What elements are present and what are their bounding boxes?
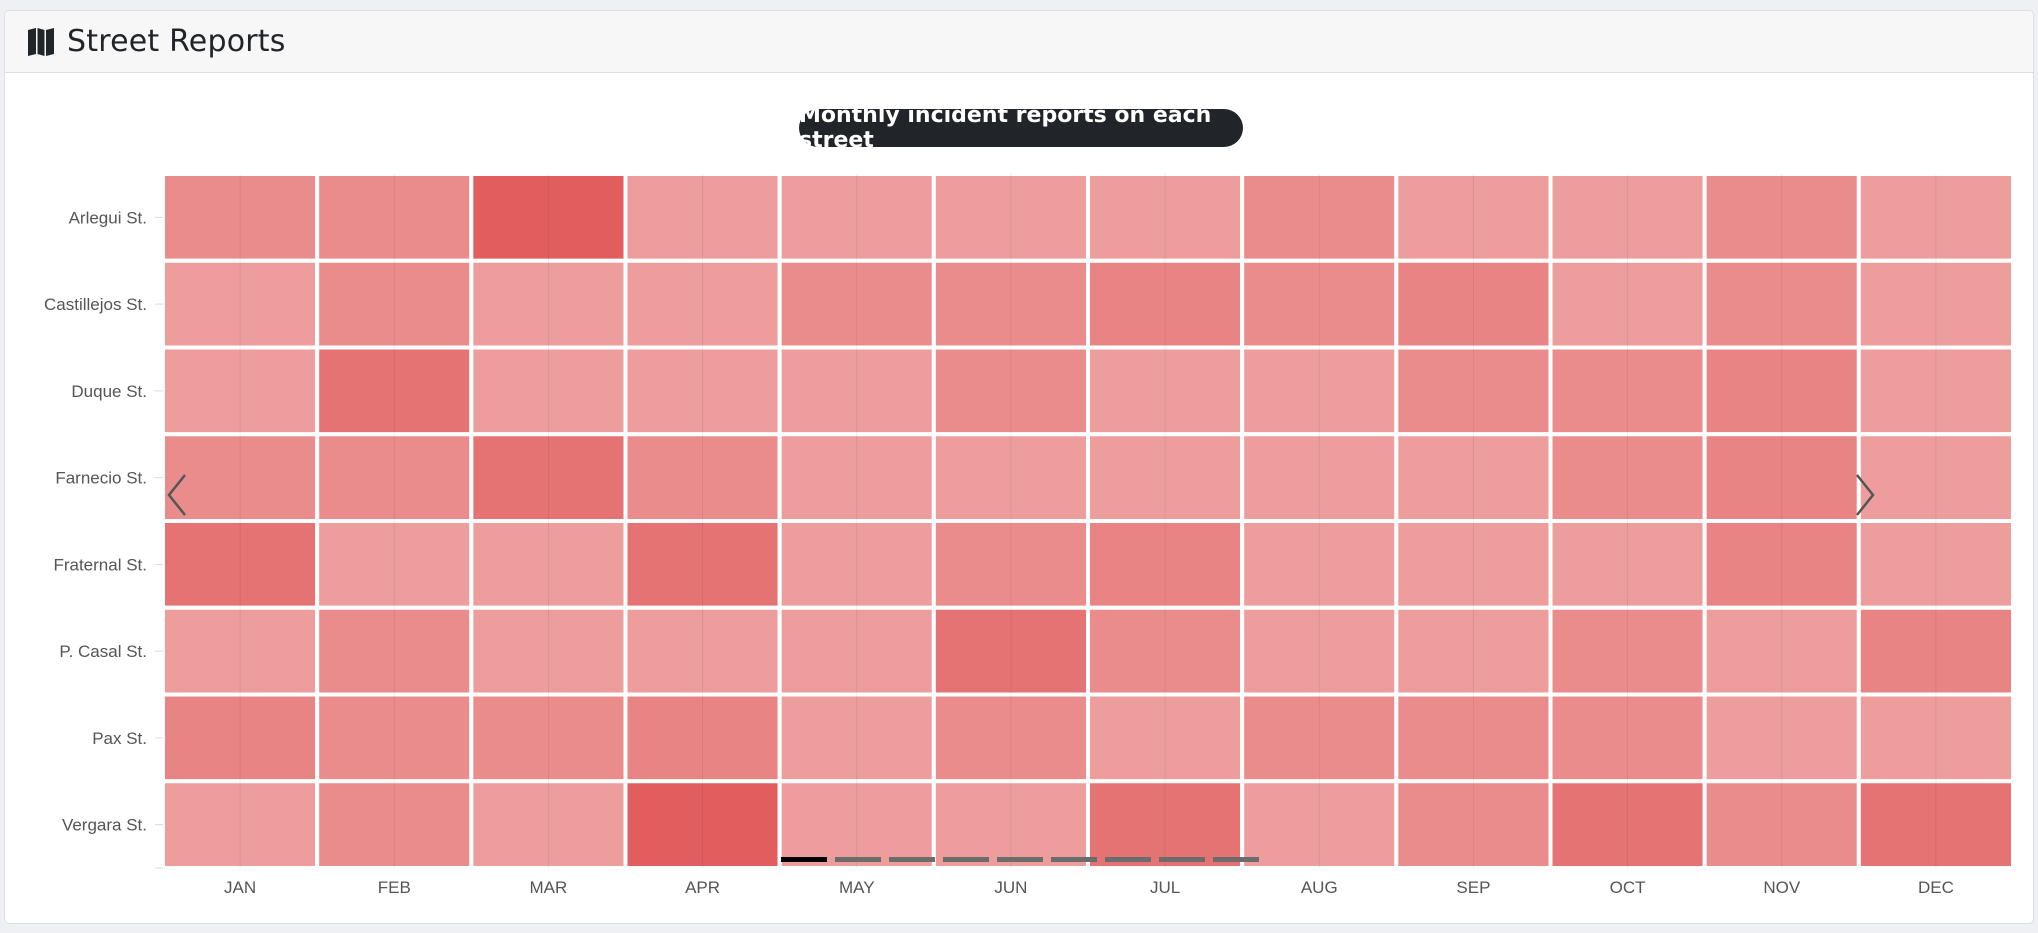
x-tick-label: JUL [1150, 878, 1180, 897]
page-title: Street Reports [67, 24, 286, 59]
carousel-indicators [781, 857, 1259, 862]
chevron-right-icon [1856, 474, 1875, 516]
x-tick-label: FEB [378, 878, 411, 897]
street-reports-card: Street Reports Arlegui St. Castillejos St… [4, 10, 2034, 924]
x-tick-label: MAR [530, 878, 568, 897]
card-header: Street Reports [5, 11, 2033, 73]
y-tick-label: P. Casal St. [59, 642, 147, 661]
x-tick-label: DEC [1918, 878, 1954, 897]
x-tick-label: AUG [1301, 878, 1338, 897]
x-tick-label: APR [685, 878, 720, 897]
carousel-indicator[interactable] [1051, 857, 1097, 862]
x-tick-label: OCT [1610, 878, 1646, 897]
y-tick-label: Castillejos St. [44, 295, 147, 314]
chart-title: Monthly incident reports on each street [799, 103, 1243, 153]
heatmap-svg: Arlegui St. Castillejos St. Duque St. Farne… [44, 172, 2016, 897]
carousel-next-button[interactable] [1853, 473, 1877, 522]
y-tick-label: Vergara St. [62, 816, 147, 835]
carousel-prev-button[interactable] [165, 473, 189, 522]
carousel-indicator[interactable] [1213, 857, 1259, 862]
carousel-indicator[interactable] [889, 857, 935, 862]
x-tick-label: MAY [839, 878, 875, 897]
carousel-indicator[interactable] [781, 857, 827, 862]
carousel-indicator[interactable] [997, 857, 1043, 862]
map-icon [27, 26, 59, 58]
x-tick-label: JUN [994, 878, 1027, 897]
chevron-left-icon [167, 474, 186, 516]
y-tick-label: Fraternal St. [53, 555, 147, 574]
x-tick-label: NOV [1763, 878, 1801, 897]
y-tick-label: Arlegui St. [69, 208, 147, 227]
y-tick-label: Farnecio St. [55, 469, 147, 488]
carousel-indicator[interactable] [943, 857, 989, 862]
x-tick-label: SEP [1456, 878, 1490, 897]
heatmap-chart: Arlegui St. Castillejos St. Duque St. Farne… [5, 73, 2033, 923]
carousel-indicator[interactable] [1105, 857, 1151, 862]
x-tick-label: JAN [224, 878, 256, 897]
carousel-indicator[interactable] [1159, 857, 1205, 862]
y-tick-label: Duque St. [71, 382, 147, 401]
carousel-indicator[interactable] [835, 857, 881, 862]
y-tick-label: Pax St. [92, 729, 147, 748]
